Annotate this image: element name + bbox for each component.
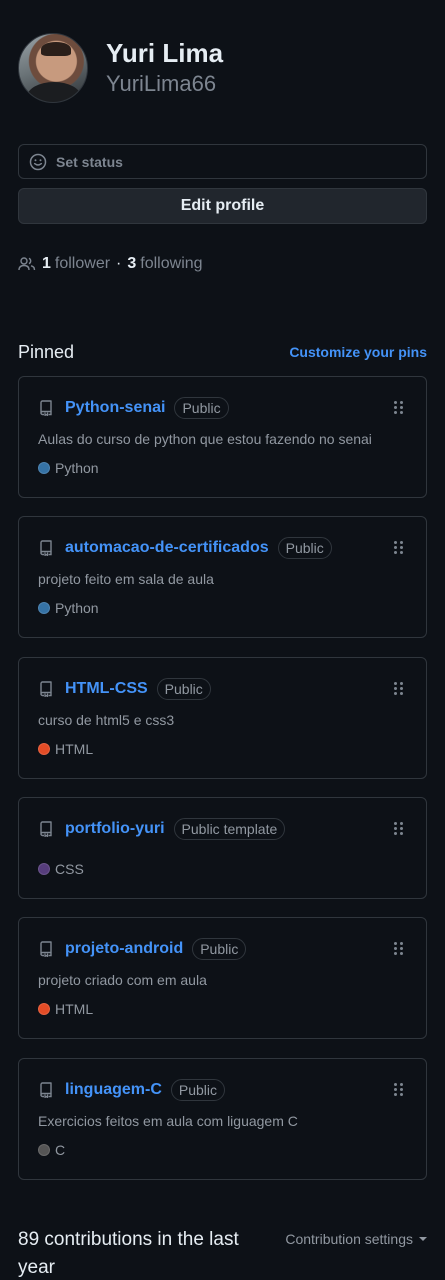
language-color-dot: [38, 863, 50, 875]
pin-header: portfolio-yuri Public template: [38, 818, 286, 840]
avatar-hair: [41, 42, 71, 56]
language-color-dot: [38, 1144, 50, 1156]
visibility-badge: Public: [170, 1079, 226, 1101]
profile-full-name: Yuri Lima: [106, 38, 224, 68]
following-link[interactable]: 3 following: [127, 255, 202, 273]
pinned-repo-card: linguagem-C Public Exercicios feitos em au…: [18, 1058, 427, 1180]
language-label: Python: [55, 460, 99, 476]
contribution-settings-dropdown[interactable]: Contribution settings: [285, 1231, 427, 1247]
customize-pins-link[interactable]: Customize your pins: [289, 344, 427, 360]
language-color-dot: [38, 1003, 50, 1015]
contribution-settings-label: Contribution settings: [285, 1231, 413, 1247]
drag-handle-icon[interactable]: [394, 1083, 404, 1097]
repo-icon: [40, 540, 52, 556]
avatar-shirt: [27, 82, 81, 102]
visibility-badge: Public: [174, 397, 229, 419]
edit-profile-button[interactable]: Edit profile: [18, 188, 427, 224]
visibility-badge: Public template: [173, 818, 286, 840]
set-status-label: Set status: [56, 153, 123, 170]
language-label: CSS: [55, 861, 84, 877]
repo-icon: [40, 400, 52, 416]
repo-name-link[interactable]: HTML-CSS: [65, 680, 148, 698]
visibility-badge: Public: [156, 678, 211, 700]
repo-language: CSS: [38, 861, 84, 877]
repo-description: projeto feito em sala de aula: [38, 571, 214, 587]
follow-separator: ·: [116, 255, 122, 272]
repo-description: projeto criado com em aula: [38, 972, 207, 988]
language-label: Python: [55, 600, 99, 616]
repo-icon: [40, 681, 52, 697]
followers-link[interactable]: 1 follower: [42, 255, 110, 273]
following-count: 3: [127, 255, 137, 272]
pin-header: Python-senai Public: [38, 397, 229, 419]
language-label: HTML: [55, 741, 94, 757]
chevron-down-icon: [419, 1237, 427, 1241]
contributions-heading: 89 contributions in the last year: [18, 1229, 239, 1278]
pin-header: HTML-CSS Public: [38, 678, 211, 700]
repo-name-link[interactable]: portfolio-yuri: [65, 820, 165, 838]
drag-handle-icon[interactable]: [394, 401, 404, 415]
pinned-heading: Pinned: [18, 342, 75, 362]
repo-description: Aulas do curso de python que estou fazen…: [38, 431, 372, 447]
pinned-repo-card: projeto-android Public projeto criado com …: [18, 917, 427, 1039]
avatar[interactable]: [18, 33, 88, 103]
drag-handle-icon[interactable]: [394, 541, 404, 555]
language-label: HTML: [55, 1001, 94, 1017]
repo-name-link[interactable]: Python-senai: [65, 399, 165, 417]
language-color-dot: [38, 743, 50, 755]
pinned-repo-card: portfolio-yuri Public template CSS: [18, 797, 427, 899]
drag-handle-icon[interactable]: [394, 942, 404, 956]
pin-header: projeto-android Public: [38, 938, 247, 960]
visibility-badge: Public: [277, 537, 332, 559]
profile-page: Yuri Lima YuriLima66 Set status Edit pro…: [0, 0, 445, 1280]
followers-count: 1: [42, 255, 51, 272]
repo-language: HTML: [38, 741, 93, 757]
profile-login: YuriLima66: [106, 71, 217, 96]
set-status-button[interactable]: Set status: [18, 144, 427, 179]
repo-description: Exercicios feitos em aula com liguagem C: [38, 1113, 298, 1129]
repo-icon: [40, 821, 52, 837]
repo-icon: [40, 1082, 52, 1098]
repo-language: Python: [38, 460, 99, 476]
repo-name-link[interactable]: automacao-de-certificados: [65, 539, 269, 557]
pin-header: automacao-de-certificados Public: [38, 537, 332, 559]
pinned-repo-card: automacao-de-certificados Public projeto f…: [18, 516, 427, 638]
profile-header: Yuri Lima YuriLima66: [18, 33, 223, 103]
follow-stats: 1 follower · 3 following: [18, 252, 203, 276]
repo-language: HTML: [38, 1001, 93, 1017]
profile-names: Yuri Lima YuriLima66: [106, 37, 223, 99]
followers-label: follower: [54, 255, 111, 272]
repo-icon: [40, 941, 52, 957]
pinned-repo-card: Python-senai Public Aulas do curso de pyth…: [18, 376, 427, 498]
repo-language: C: [38, 1142, 65, 1158]
people-icon: [18, 257, 36, 271]
language-label: C: [55, 1142, 66, 1158]
pinned-repo-card: HTML-CSS Public curso de html5 e css3 HTML: [18, 657, 427, 779]
pin-header: linguagem-C Public: [38, 1079, 226, 1101]
drag-handle-icon[interactable]: [394, 682, 404, 696]
repo-description: curso de html5 e css3: [38, 712, 175, 728]
repo-language: Python: [38, 600, 99, 616]
smiley-icon: [29, 153, 47, 170]
following-label: following: [140, 255, 203, 272]
drag-handle-icon[interactable]: [394, 822, 404, 836]
repo-name-link[interactable]: linguagem-C: [65, 1081, 162, 1099]
language-color-dot: [38, 462, 50, 474]
repo-name-link[interactable]: projeto-android: [65, 940, 183, 958]
visibility-badge: Public: [192, 938, 247, 960]
language-color-dot: [38, 602, 50, 614]
